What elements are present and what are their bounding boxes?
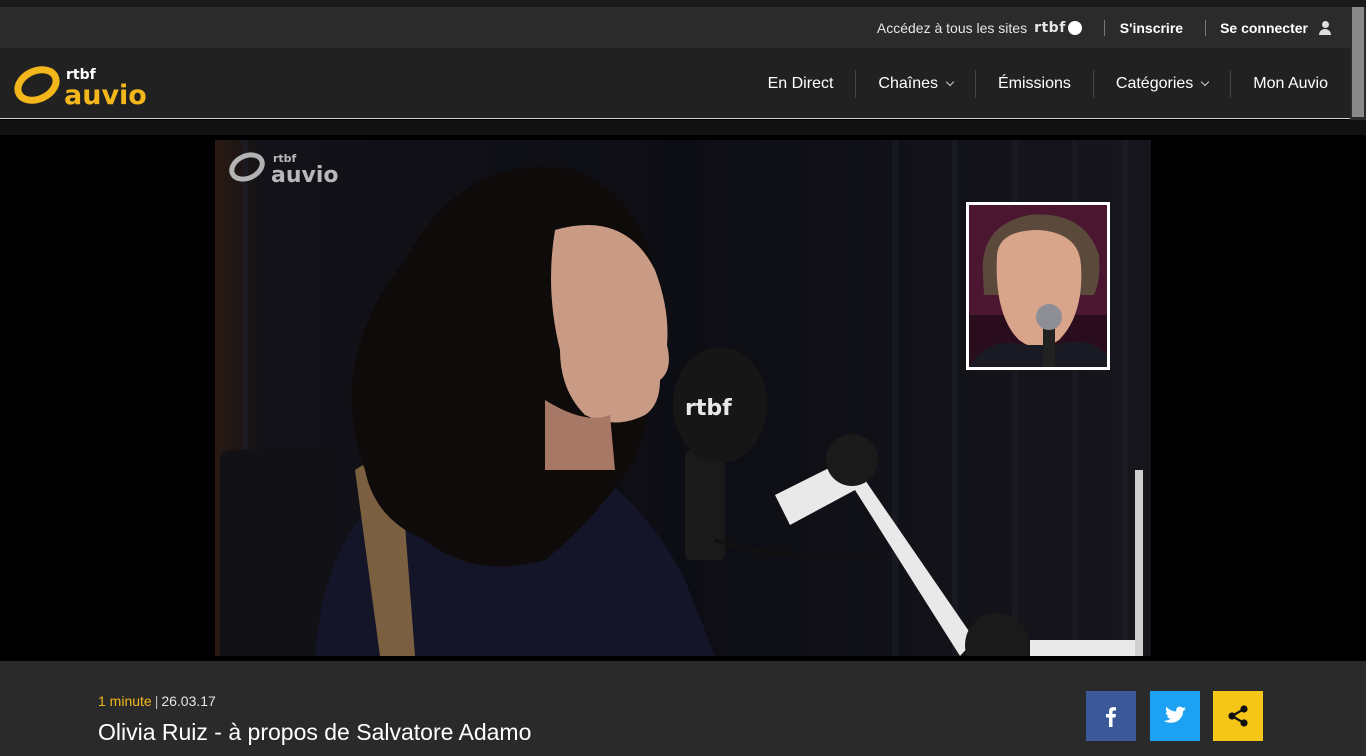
video-player[interactable]: rtbf rtbf auvio bbox=[0, 135, 1366, 661]
main-nav: rtbf auvio En Direct Chaînes Émissions C… bbox=[0, 48, 1350, 119]
inset-photo bbox=[966, 202, 1110, 370]
video-date: 26.03.17 bbox=[161, 693, 216, 709]
scrollbar-thumb[interactable] bbox=[1352, 7, 1364, 117]
login-link[interactable]: Se connecter bbox=[1220, 20, 1308, 36]
nav-item-label: Émissions bbox=[998, 74, 1071, 92]
video-meta: 1 minute | 26.03.17 bbox=[98, 693, 216, 709]
mic-brand-label: rtbf bbox=[685, 396, 732, 421]
meta-separator: | bbox=[154, 693, 159, 709]
chevron-down-icon bbox=[945, 77, 955, 86]
chevron-down-icon bbox=[1201, 77, 1210, 86]
logo-brand-bottom: auvio bbox=[64, 80, 147, 108]
nav-item-mon-auvio[interactable]: Mon Auvio bbox=[1230, 69, 1350, 98]
all-sites-label: Accédez à tous les sites bbox=[876, 19, 1028, 36]
nav-item-chaines[interactable]: Chaînes bbox=[855, 69, 975, 98]
register-link[interactable]: S'inscrire bbox=[1120, 20, 1183, 36]
rtbf-dot-icon bbox=[1067, 20, 1082, 35]
account-links: Accédez à tous les sites rtbf S'inscrire… bbox=[877, 7, 1332, 48]
share-button[interactable] bbox=[1213, 691, 1263, 741]
divider bbox=[0, 120, 1366, 135]
divider bbox=[1205, 19, 1207, 36]
nav-item-label: Mon Auvio bbox=[1253, 74, 1328, 92]
nav-item-en-direct[interactable]: En Direct bbox=[746, 70, 856, 98]
nav-item-label: En Direct bbox=[767, 74, 834, 92]
facebook-share-button[interactable] bbox=[1086, 691, 1136, 741]
facebook-icon bbox=[1106, 707, 1116, 727]
video-watermark: rtbf auvio bbox=[227, 148, 357, 186]
user-icon[interactable] bbox=[1318, 20, 1332, 35]
nav-item-emissions[interactable]: Émissions bbox=[975, 69, 1093, 98]
scrollbar[interactable] bbox=[1350, 7, 1366, 120]
nav-item-label: Chaînes bbox=[878, 74, 938, 92]
twitter-icon bbox=[1163, 706, 1186, 723]
auvio-logo[interactable]: rtbf auvio bbox=[14, 63, 159, 111]
nav-item-categories[interactable]: Catégories bbox=[1092, 69, 1230, 98]
video-info-bar: 1 minute | 26.03.17 Olivia Ruiz - à propos… bbox=[0, 661, 1366, 756]
divider bbox=[1103, 19, 1105, 36]
nav-item-label: Catégories bbox=[1115, 74, 1194, 92]
top-utility-bar: Accédez à tous les sites rtbf S'inscrire… bbox=[0, 0, 1366, 48]
nav-menu: En Direct Chaînes Émissions Catégories M… bbox=[746, 48, 1350, 119]
video-title: Olivia Ruiz - à propos de Salvatore Adam… bbox=[98, 719, 532, 745]
watermark-bottom: auvio bbox=[271, 163, 339, 186]
twitter-share-button[interactable] bbox=[1150, 691, 1200, 741]
rtbf-brand-small: rtbf bbox=[1034, 19, 1066, 36]
share-icon bbox=[1228, 705, 1248, 727]
video-duration: 1 minute bbox=[98, 693, 152, 709]
video-frame[interactable]: rtbf rtbf auvio bbox=[215, 140, 1151, 656]
all-sites-link[interactable]: Accédez à tous les sites rtbf bbox=[877, 20, 1082, 36]
